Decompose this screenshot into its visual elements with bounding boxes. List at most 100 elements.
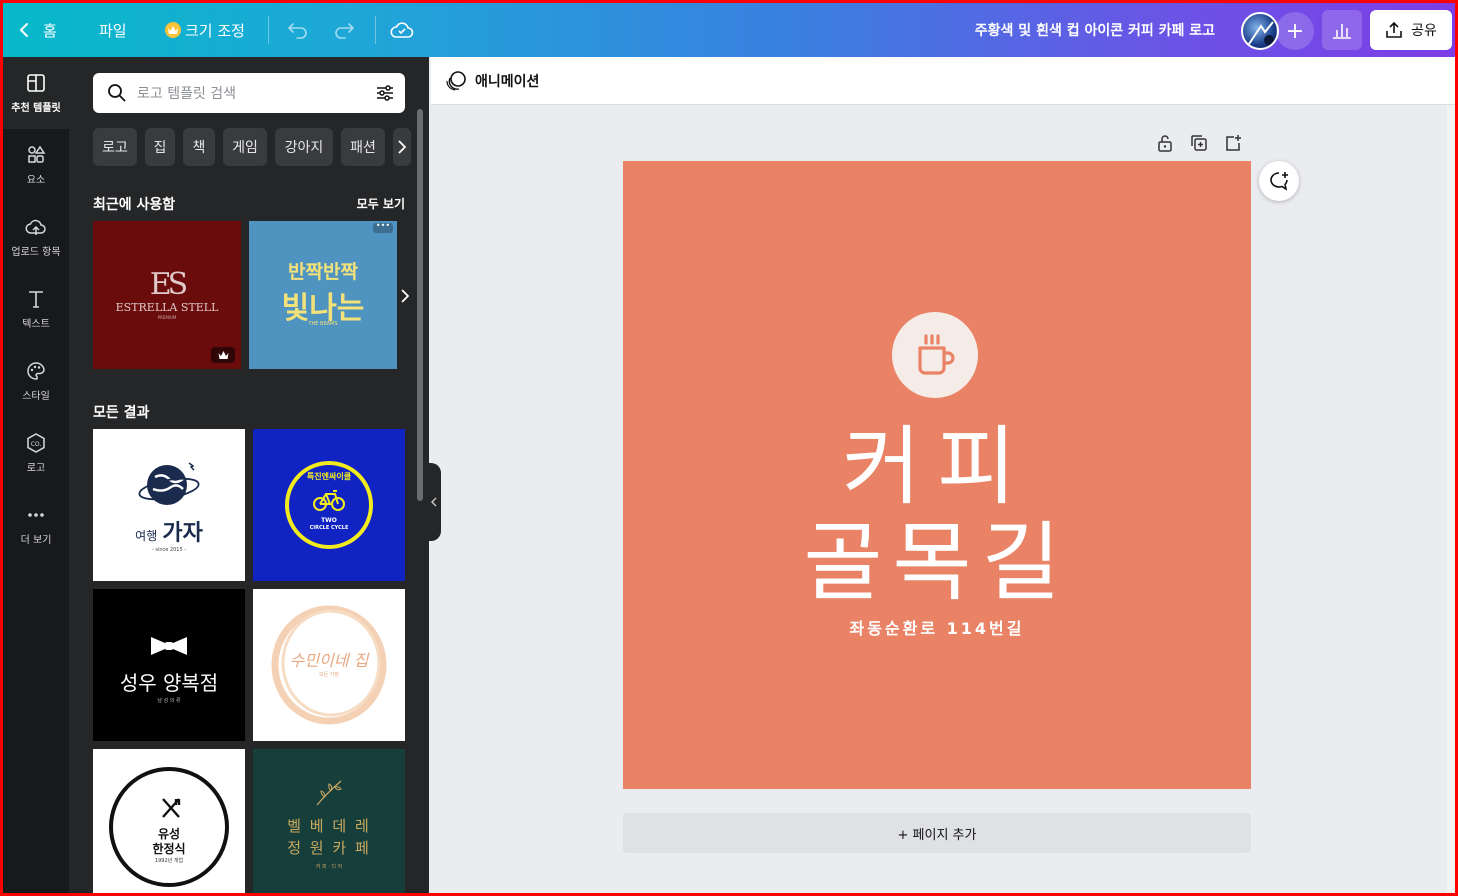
- chevron-left-icon: [431, 497, 437, 507]
- redo-icon: [335, 23, 355, 39]
- chip-logo[interactable]: 로고: [93, 128, 137, 166]
- result-template-home[interactable]: 수민이네 집 모든 가정: [253, 589, 405, 741]
- search-icon: [108, 84, 126, 102]
- chip-house[interactable]: 집: [145, 128, 175, 166]
- template-text-large: 가자: [162, 521, 203, 546]
- comment-plus-icon: [1270, 172, 1288, 191]
- chip-puppy[interactable]: 강아지: [275, 128, 333, 166]
- headline-coffee[interactable]: 커피: [623, 419, 1251, 515]
- canvas-scrollbar[interactable]: [1447, 105, 1455, 893]
- add-page-button[interactable]: + 페이지 추가: [623, 813, 1251, 853]
- filter-sliders-icon[interactable]: [375, 83, 395, 103]
- rail-item-styles[interactable]: 스타일: [3, 345, 69, 417]
- template-text: 남 성 의 류: [157, 698, 181, 704]
- leaf-branch-icon: [316, 780, 342, 806]
- page-tools: [1155, 133, 1243, 157]
- bowtie-icon: [151, 637, 187, 655]
- crown-icon: [218, 351, 228, 359]
- logo-icon: CO.: [27, 433, 45, 453]
- template-icon: [27, 74, 45, 92]
- share-upload-icon: [1386, 21, 1402, 38]
- divider: [268, 16, 269, 44]
- recent-title: 최근에 사용함: [93, 197, 176, 213]
- rail-item-uploads[interactable]: 업로드 항목: [3, 201, 69, 273]
- share-label: 공유: [1411, 23, 1437, 39]
- recent-next-button[interactable]: [397, 281, 413, 311]
- top-bar: 홈 파일 크기 조정 주황색 및 흰색 컵 아이콘 커피 카페 로고 + 공유: [3, 3, 1455, 57]
- bicycle-icon: [313, 490, 345, 511]
- collapse-panel-button[interactable]: [427, 463, 441, 541]
- redo-button[interactable]: [333, 3, 355, 57]
- save-status-button[interactable]: [390, 3, 414, 57]
- template-monogram: ES: [149, 267, 188, 302]
- duplicate-page-icon[interactable]: [1189, 133, 1209, 153]
- headline-alley[interactable]: 골목길: [623, 515, 1251, 611]
- plus-icon: +: [1285, 18, 1305, 44]
- result-template-garden-cafe[interactable]: 벨 베 데 레 정 원 카 페 커 피 · 디 저: [253, 749, 405, 893]
- result-template-travel[interactable]: 여행 가자 - since 2015 -: [93, 429, 245, 581]
- restaurant-badge: 유성 한정식 1992년 개업: [109, 767, 229, 887]
- template-text: 정 원 카 페: [287, 839, 371, 857]
- design-title[interactable]: 주황색 및 흰색 컵 아이콘 커피 카페 로고: [975, 3, 1215, 57]
- design-page[interactable]: 커피 골목길 좌동순환로 114번길: [623, 161, 1251, 789]
- avatar[interactable]: [1241, 12, 1279, 50]
- template-text: TWO: [321, 517, 337, 524]
- lock-icon[interactable]: [1155, 133, 1175, 153]
- template-text: 특진엔싸이클: [306, 472, 352, 481]
- file-label: 파일: [99, 21, 127, 40]
- recent-template-2[interactable]: 반짝반짝 빛나는 THE BEAMS •••: [249, 221, 397, 369]
- globe-airplane-icon: [138, 462, 200, 505]
- undo-button[interactable]: [287, 3, 309, 57]
- template-text: - since 2015 -: [151, 547, 187, 553]
- animation-toolbar: 애니메이션: [431, 57, 1455, 105]
- chips-next-button[interactable]: [393, 128, 411, 166]
- chip-fashion[interactable]: 패션: [341, 128, 385, 166]
- rail-item-text[interactable]: 텍스트: [3, 273, 69, 345]
- cup-badge[interactable]: [892, 312, 978, 398]
- see-all-link[interactable]: 모두 보기: [357, 195, 405, 212]
- recent-template-1[interactable]: ES ESTRELLA STELL PREMIUM: [93, 221, 241, 369]
- template-text: CIRCLE CYCLE: [309, 525, 349, 531]
- elements-icon: [28, 145, 46, 163]
- all-results-title: 모든 결과: [93, 405, 150, 421]
- rail-item-label: 텍스트: [22, 319, 50, 330]
- rail-item-logos[interactable]: CO. 로고: [3, 417, 69, 489]
- fork-knife-icon: [162, 798, 181, 818]
- upload-cloud-icon: [25, 219, 46, 235]
- address-text[interactable]: 좌동순환로 114번길: [623, 615, 1251, 639]
- template-text: 한정식: [152, 842, 186, 856]
- result-template-cycle[interactable]: 특진엔싸이클 TWO CIRCLE CYCLE: [253, 429, 405, 581]
- rail-item-elements[interactable]: 요소: [3, 129, 69, 201]
- chip-book[interactable]: 책: [183, 128, 215, 166]
- result-template-restaurant[interactable]: 유성 한정식 1992년 개업: [93, 749, 245, 893]
- add-collaborator-button[interactable]: +: [1276, 12, 1314, 50]
- template-text: 1992년 개업: [154, 858, 184, 864]
- template-text: 성우 양복점: [119, 671, 219, 695]
- resize-button[interactable]: 크기 조정: [165, 3, 245, 57]
- animation-button[interactable]: 애니메이션: [475, 57, 539, 105]
- rail-item-more[interactable]: 더 보기: [3, 489, 69, 561]
- chevron-left-icon: [19, 23, 28, 37]
- result-template-tailor[interactable]: 성우 양복점 남 성 의 류: [93, 589, 245, 741]
- add-comment-button[interactable]: [1259, 161, 1299, 201]
- search-box[interactable]: 로고 템플릿 검색: [93, 73, 405, 113]
- rail-item-label: 요소: [26, 175, 46, 186]
- add-page-icon[interactable]: [1223, 133, 1243, 153]
- chevron-right-icon: [398, 140, 406, 154]
- left-rail: 추천 템플릿 요소 업로드 항목 텍스트 스타일 CO. 로고 더 보기: [3, 57, 69, 893]
- share-button[interactable]: 공유: [1370, 10, 1452, 50]
- search-input[interactable]: 로고 템플릿 검색: [137, 83, 236, 103]
- more-options-icon[interactable]: •••: [373, 222, 393, 233]
- insights-button[interactable]: [1322, 10, 1362, 50]
- rail-item-templates[interactable]: 추천 템플릿: [3, 57, 69, 129]
- template-text: 커 피 · 디 저: [315, 864, 343, 870]
- file-menu[interactable]: 파일: [99, 3, 127, 57]
- resize-label: 크기 조정: [185, 21, 245, 40]
- chip-game[interactable]: 게임: [223, 128, 267, 166]
- rail-item-label: 추천 템플릿: [11, 103, 61, 114]
- home-button[interactable]: 홈: [19, 3, 57, 57]
- rail-item-label: 로고: [26, 463, 46, 474]
- animation-icon[interactable]: [445, 70, 467, 92]
- template-text: 벨 베 데 레: [287, 817, 371, 835]
- panel-scrollbar[interactable]: [417, 109, 423, 501]
